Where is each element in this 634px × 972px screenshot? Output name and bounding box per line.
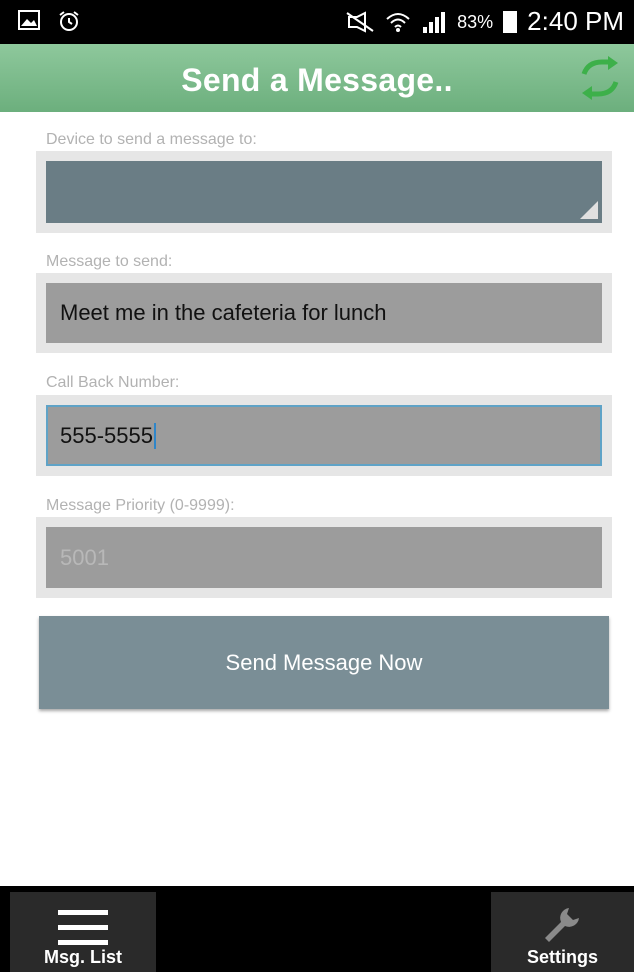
nav-msg-list-label: Msg. List [43, 947, 122, 967]
wrench-icon [545, 908, 579, 942]
text-cursor [153, 422, 156, 449]
nav-msg-list[interactable]: Msg. List [10, 892, 156, 972]
image-icon [18, 10, 40, 30]
wifi-icon [386, 12, 410, 32]
callback-input[interactable]: 555-5555 [46, 405, 602, 466]
device-select-wrapper [36, 151, 612, 233]
priority-label: Message Priority (0-9999): [46, 497, 235, 514]
callback-value: 555-5555 [60, 422, 153, 448]
message-label: Message to send: [46, 253, 173, 270]
battery-percent: 83% [457, 11, 494, 32]
callback-label: Call Back Number: [46, 374, 180, 391]
nav-settings-label: Settings [526, 947, 598, 967]
priority-field-wrapper: 5001 [36, 517, 612, 598]
page-title: Send a Message.. [181, 62, 453, 98]
battery-icon [503, 10, 518, 33]
message-field-wrapper: Meet me in the cafeteria for lunch [36, 273, 612, 353]
mute-icon [346, 10, 374, 33]
status-bar: 83% 2:40 PM [0, 0, 634, 44]
signal-icon [423, 11, 446, 33]
alarm-icon [59, 11, 79, 31]
bottom-nav: Msg. List Settings [0, 886, 634, 972]
priority-input[interactable]: 5001 [46, 527, 602, 588]
callback-field-wrapper: 555-5555 [36, 395, 612, 476]
device-label: Device to send a message to: [46, 131, 257, 148]
device-select[interactable] [46, 161, 602, 223]
refresh-icon[interactable] [576, 56, 624, 100]
nav-settings[interactable]: Settings [491, 892, 634, 972]
dropdown-corner-icon [580, 201, 598, 219]
send-message-button[interactable]: Send Message Now [39, 616, 609, 709]
clock: 2:40 PM [527, 6, 624, 36]
menu-icon [58, 910, 108, 948]
app-header: Send a Message.. [0, 44, 634, 112]
message-input[interactable]: Meet me in the cafeteria for lunch [46, 283, 602, 343]
